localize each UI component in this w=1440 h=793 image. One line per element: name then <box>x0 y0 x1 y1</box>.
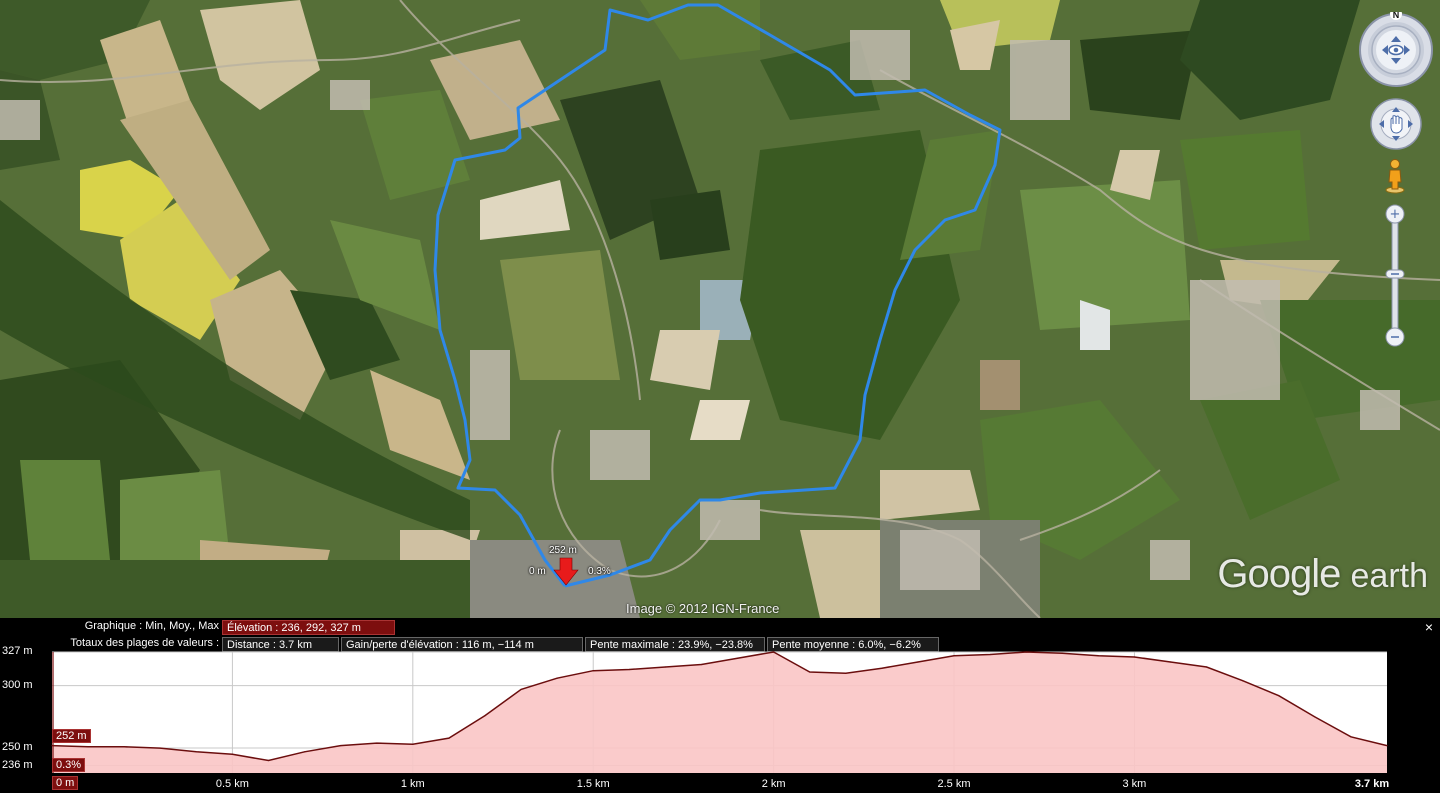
y-tick-label: 236 m <box>2 758 33 771</box>
y-tick-label: 327 m <box>2 645 33 657</box>
imagery-copyright: Image © 2012 IGN-France <box>626 601 780 616</box>
elevation-point <box>845 672 847 674</box>
elevation-point <box>700 663 703 666</box>
elevation-point <box>953 655 955 657</box>
y-tick-label: 250 m <box>2 741 33 754</box>
elevation-point <box>628 668 630 671</box>
pan-control[interactable] <box>1370 98 1422 150</box>
elevation-point <box>231 753 234 755</box>
elevation-point <box>520 688 522 691</box>
elevation-point <box>340 744 342 747</box>
elevation-point <box>736 657 739 659</box>
x-tick-label: 1 km <box>400 778 425 790</box>
marker-slope-label: 0.3% <box>588 566 611 577</box>
x-tick-label: 3.7 km <box>1354 778 1390 790</box>
elevation-point <box>917 661 919 663</box>
elevation-point <box>412 743 414 745</box>
elevation-point <box>556 677 558 679</box>
satellite-map[interactable]: 252 m 0 m 0.3% Image © 2012 IGN-France G… <box>0 0 1440 618</box>
google-earth-logo: Google earth <box>1217 552 1428 597</box>
elevation-point <box>267 759 270 762</box>
elevation-point <box>448 737 450 739</box>
elevation-point <box>159 747 161 749</box>
elevation-point <box>1278 695 1280 697</box>
aerial-terrain <box>0 0 1440 618</box>
elevation-point <box>1242 680 1244 682</box>
elevation-point <box>87 746 89 748</box>
elevation-profile-chart[interactable] <box>0 618 1440 793</box>
street-view-pegman-icon[interactable] <box>1384 158 1406 194</box>
elevation-point <box>881 667 883 669</box>
marker-distance-label: 0 m <box>529 566 546 577</box>
y-tick-label: 300 m <box>2 678 33 691</box>
elevation-point <box>1386 744 1388 747</box>
elevation-point <box>484 715 486 717</box>
elevation-point <box>303 751 306 753</box>
x-tick-label: 2 km <box>761 778 786 790</box>
cursor-elevation-tag: 252 m <box>52 728 91 743</box>
elevation-point <box>989 653 991 656</box>
x-tick-label: 3 km <box>1122 778 1147 790</box>
elevation-point <box>1205 666 1208 668</box>
elevation-point <box>1097 655 1099 657</box>
marker-elevation-label: 252 m <box>549 545 577 556</box>
x-tick-label: 1.5 km <box>576 778 610 790</box>
elevation-point <box>1061 652 1063 654</box>
elevation-point <box>1025 651 1027 653</box>
brand-earth-text: earth <box>1350 557 1429 595</box>
x-tick-label: 0 m <box>52 776 79 790</box>
elevation-point <box>664 666 666 668</box>
elevation-point <box>592 670 594 672</box>
svg-text:+: + <box>1390 207 1401 222</box>
brand-google-text: Google <box>1217 552 1341 596</box>
elevation-point <box>123 746 125 748</box>
x-tick-label: 0.5 km <box>215 778 249 790</box>
zoom-slider[interactable]: + <box>1384 203 1406 348</box>
elevation-point <box>1169 661 1172 663</box>
elevation-profile-panel: × Graphique : Min, Moy., Max Élévation :… <box>0 618 1440 793</box>
cursor-slope-tag: 0.3% <box>52 758 86 772</box>
elevation-point <box>1133 656 1136 658</box>
compass-north-label: N <box>1393 12 1400 20</box>
elevation-point <box>376 742 378 744</box>
elevation-point <box>1350 736 1352 738</box>
elevation-point <box>809 671 811 673</box>
elevation-point <box>773 651 775 653</box>
x-tick-label: 2.5 km <box>937 778 971 790</box>
elevation-point <box>195 751 197 753</box>
compass-control[interactable]: N <box>1358 8 1434 88</box>
elevation-point <box>1314 716 1316 718</box>
